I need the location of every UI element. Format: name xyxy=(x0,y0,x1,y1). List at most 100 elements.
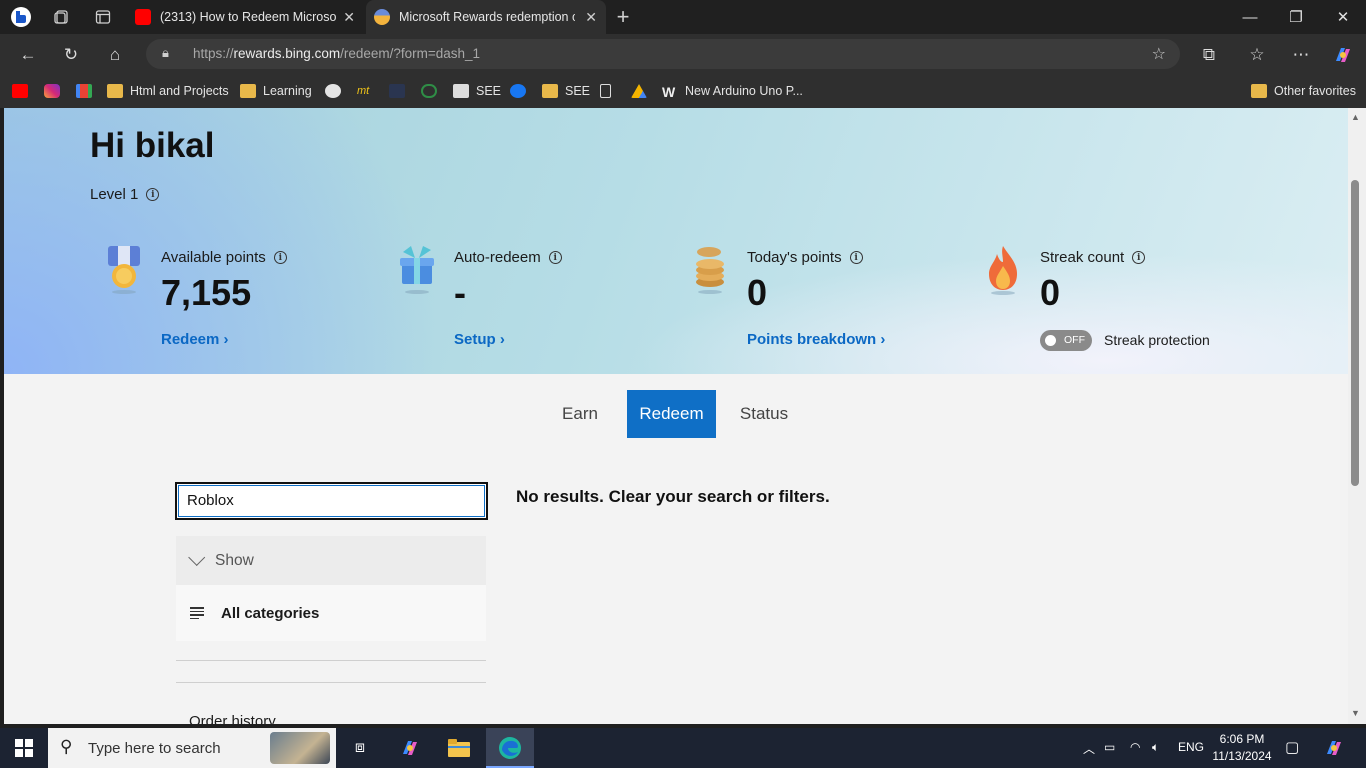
available-points-value: 7,155 xyxy=(161,272,252,313)
home-icon[interactable]: ⌂ xyxy=(102,42,128,68)
streak-protection-toggle[interactable]: OFF xyxy=(1040,330,1092,351)
scroll-down-icon[interactable]: ▼ xyxy=(1351,708,1360,718)
drive-bookmark[interactable] xyxy=(631,81,654,101)
auto-redeem-value: - xyxy=(454,272,466,313)
instagram-icon xyxy=(44,84,60,98)
lock-icon[interactable]: 🔒︎ xyxy=(162,45,169,61)
language-indicator[interactable]: ENG xyxy=(1178,740,1204,754)
tab-status[interactable]: Status xyxy=(732,390,796,438)
favorite-star-icon[interactable]: ☆ xyxy=(1152,44,1166,64)
facebook-bookmark[interactable] xyxy=(510,81,533,101)
bookmark-folder-see[interactable]: SEE xyxy=(542,81,590,101)
todays-points-value: 0 xyxy=(747,272,768,313)
streak-count-card: Streak count i 0 OFF Streak protection xyxy=(983,244,1263,354)
rewards-tabs: Earn Redeem Status xyxy=(4,390,1348,438)
youtube-bookmark[interactable] xyxy=(12,81,35,101)
bookmark-see-1[interactable]: SEE xyxy=(453,81,501,101)
rewards-page: Hi bikal Level 1i Available points i 7,15… xyxy=(4,108,1348,724)
copilot-taskbar-icon[interactable] xyxy=(396,734,424,762)
workspaces-icon[interactable] xyxy=(51,6,73,28)
gfg-bookmark[interactable] xyxy=(421,81,444,101)
wifi-icon[interactable]: ◠ xyxy=(1130,740,1140,754)
file-explorer-icon[interactable] xyxy=(445,734,473,762)
tab-title: (2313) How to Redeem Microsoft xyxy=(160,10,336,24)
tab-earn[interactable]: Earn xyxy=(552,390,608,438)
youtube-icon xyxy=(135,9,151,25)
windows-start-icon[interactable] xyxy=(10,734,38,762)
taskbar-clock[interactable]: 6:06 PM 11/13/2024 xyxy=(1210,731,1274,765)
all-categories-filter[interactable]: All categories xyxy=(176,585,486,641)
hero-banner: Hi bikal Level 1i Available points i 7,15… xyxy=(4,108,1348,374)
close-tab-icon[interactable]: ✕ xyxy=(585,9,597,26)
address-bar[interactable]: 🔒︎ https://rewards.bing.com/redeem/?form… xyxy=(146,39,1180,69)
greeting: Hi bikal xyxy=(90,126,215,165)
bookmark-folder-html[interactable]: Html and Projects xyxy=(107,81,229,101)
tab-title: Microsoft Rewards redemption ca xyxy=(399,10,575,24)
power-icon[interactable]: ▭ xyxy=(1104,740,1115,754)
tab-actions-icon[interactable] xyxy=(92,6,114,28)
info-icon[interactable]: i xyxy=(273,251,287,264)
close-window-icon[interactable]: ✕ xyxy=(1320,0,1366,34)
gmail-bookmark[interactable] xyxy=(76,81,99,101)
tab-youtube[interactable]: (2313) How to Redeem Microsoft ✕ xyxy=(124,0,364,34)
scroll-up-icon[interactable]: ▲ xyxy=(1351,112,1360,122)
points-breakdown-link[interactable]: Points breakdown › xyxy=(747,331,885,348)
copilot-icon[interactable] xyxy=(1330,42,1356,68)
show-filter-toggle[interactable]: Show xyxy=(176,536,486,585)
info-icon[interactable]: i xyxy=(849,251,863,264)
info-icon[interactable]: i xyxy=(146,188,160,201)
redeem-link[interactable]: Redeem › xyxy=(161,331,229,348)
github-bookmark[interactable] xyxy=(325,81,348,101)
youtube-icon xyxy=(12,84,28,98)
copilot-tray-icon[interactable] xyxy=(1320,734,1348,762)
page-scrollbar[interactable]: ▲ ▼ xyxy=(1348,108,1366,724)
new-tab-icon[interactable]: + xyxy=(612,4,634,29)
bookmark-other-favorites[interactable]: Other favorites xyxy=(1251,81,1356,101)
restore-icon[interactable]: ❐ xyxy=(1273,0,1319,34)
refresh-icon[interactable]: ↻ xyxy=(58,42,84,68)
taskbar-search-placeholder: Type here to search xyxy=(88,740,221,757)
order-history-link[interactable]: Order history xyxy=(189,713,276,724)
more-menu-icon[interactable]: ⋯ xyxy=(1288,42,1314,68)
auto-redeem-card: Auto-redeem i - Setup › xyxy=(397,244,677,354)
info-icon[interactable]: i xyxy=(548,251,562,264)
close-tab-icon[interactable]: ✕ xyxy=(343,9,355,26)
medal-icon xyxy=(108,246,140,294)
taskbar-search[interactable]: ⚲ Type here to search xyxy=(48,728,336,768)
stat-label: Available points i xyxy=(161,249,287,266)
tab-rewards[interactable]: Microsoft Rewards redemption ca ✕ xyxy=(366,0,606,34)
category-label: All categories xyxy=(221,604,320,622)
w-icon: W xyxy=(662,84,676,100)
profile-icon[interactable] xyxy=(10,6,32,28)
setup-link[interactable]: Setup › xyxy=(454,331,505,348)
bookmark-arduino[interactable]: W New Arduino Uno P... xyxy=(662,81,803,101)
stat-label: Streak count i xyxy=(1040,249,1146,266)
instagram-bookmark[interactable] xyxy=(44,81,67,101)
minimize-icon[interactable]: — xyxy=(1227,0,1273,34)
chevron-down-icon xyxy=(188,548,206,566)
search-input[interactable] xyxy=(187,492,467,509)
search-highlight-image xyxy=(270,732,330,764)
notifications-icon[interactable]: ▢ xyxy=(1285,738,1299,756)
geeksforgeeks-icon xyxy=(421,84,437,98)
mt-bookmark[interactable]: mt xyxy=(357,81,369,101)
extensions-icon[interactable]: ⧉ xyxy=(1196,42,1222,68)
stat-label: Today's points i xyxy=(747,249,863,266)
show-hidden-icons-icon[interactable]: ︿ xyxy=(1083,740,1095,757)
task-view-icon[interactable]: ⧈ xyxy=(346,734,374,762)
toggle-knob xyxy=(1045,335,1056,346)
dark-bookmark[interactable] xyxy=(389,81,412,101)
edge-taskbar-active[interactable] xyxy=(486,728,534,768)
info-icon[interactable]: i xyxy=(1132,251,1146,264)
back-icon[interactable]: ← xyxy=(15,42,41,68)
search-box xyxy=(175,482,488,520)
document-bookmark[interactable] xyxy=(600,81,618,101)
volume-icon[interactable]: 🔈︎ xyxy=(1152,740,1159,755)
folder-icon xyxy=(1251,84,1267,98)
tab-redeem[interactable]: Redeem xyxy=(627,390,716,438)
scrollbar-thumb[interactable] xyxy=(1351,180,1359,486)
flame-icon xyxy=(989,246,1017,295)
gmail-icon xyxy=(76,84,92,98)
bookmark-folder-learning[interactable]: Learning xyxy=(240,81,312,101)
favorites-icon[interactable]: ☆ xyxy=(1244,42,1270,68)
